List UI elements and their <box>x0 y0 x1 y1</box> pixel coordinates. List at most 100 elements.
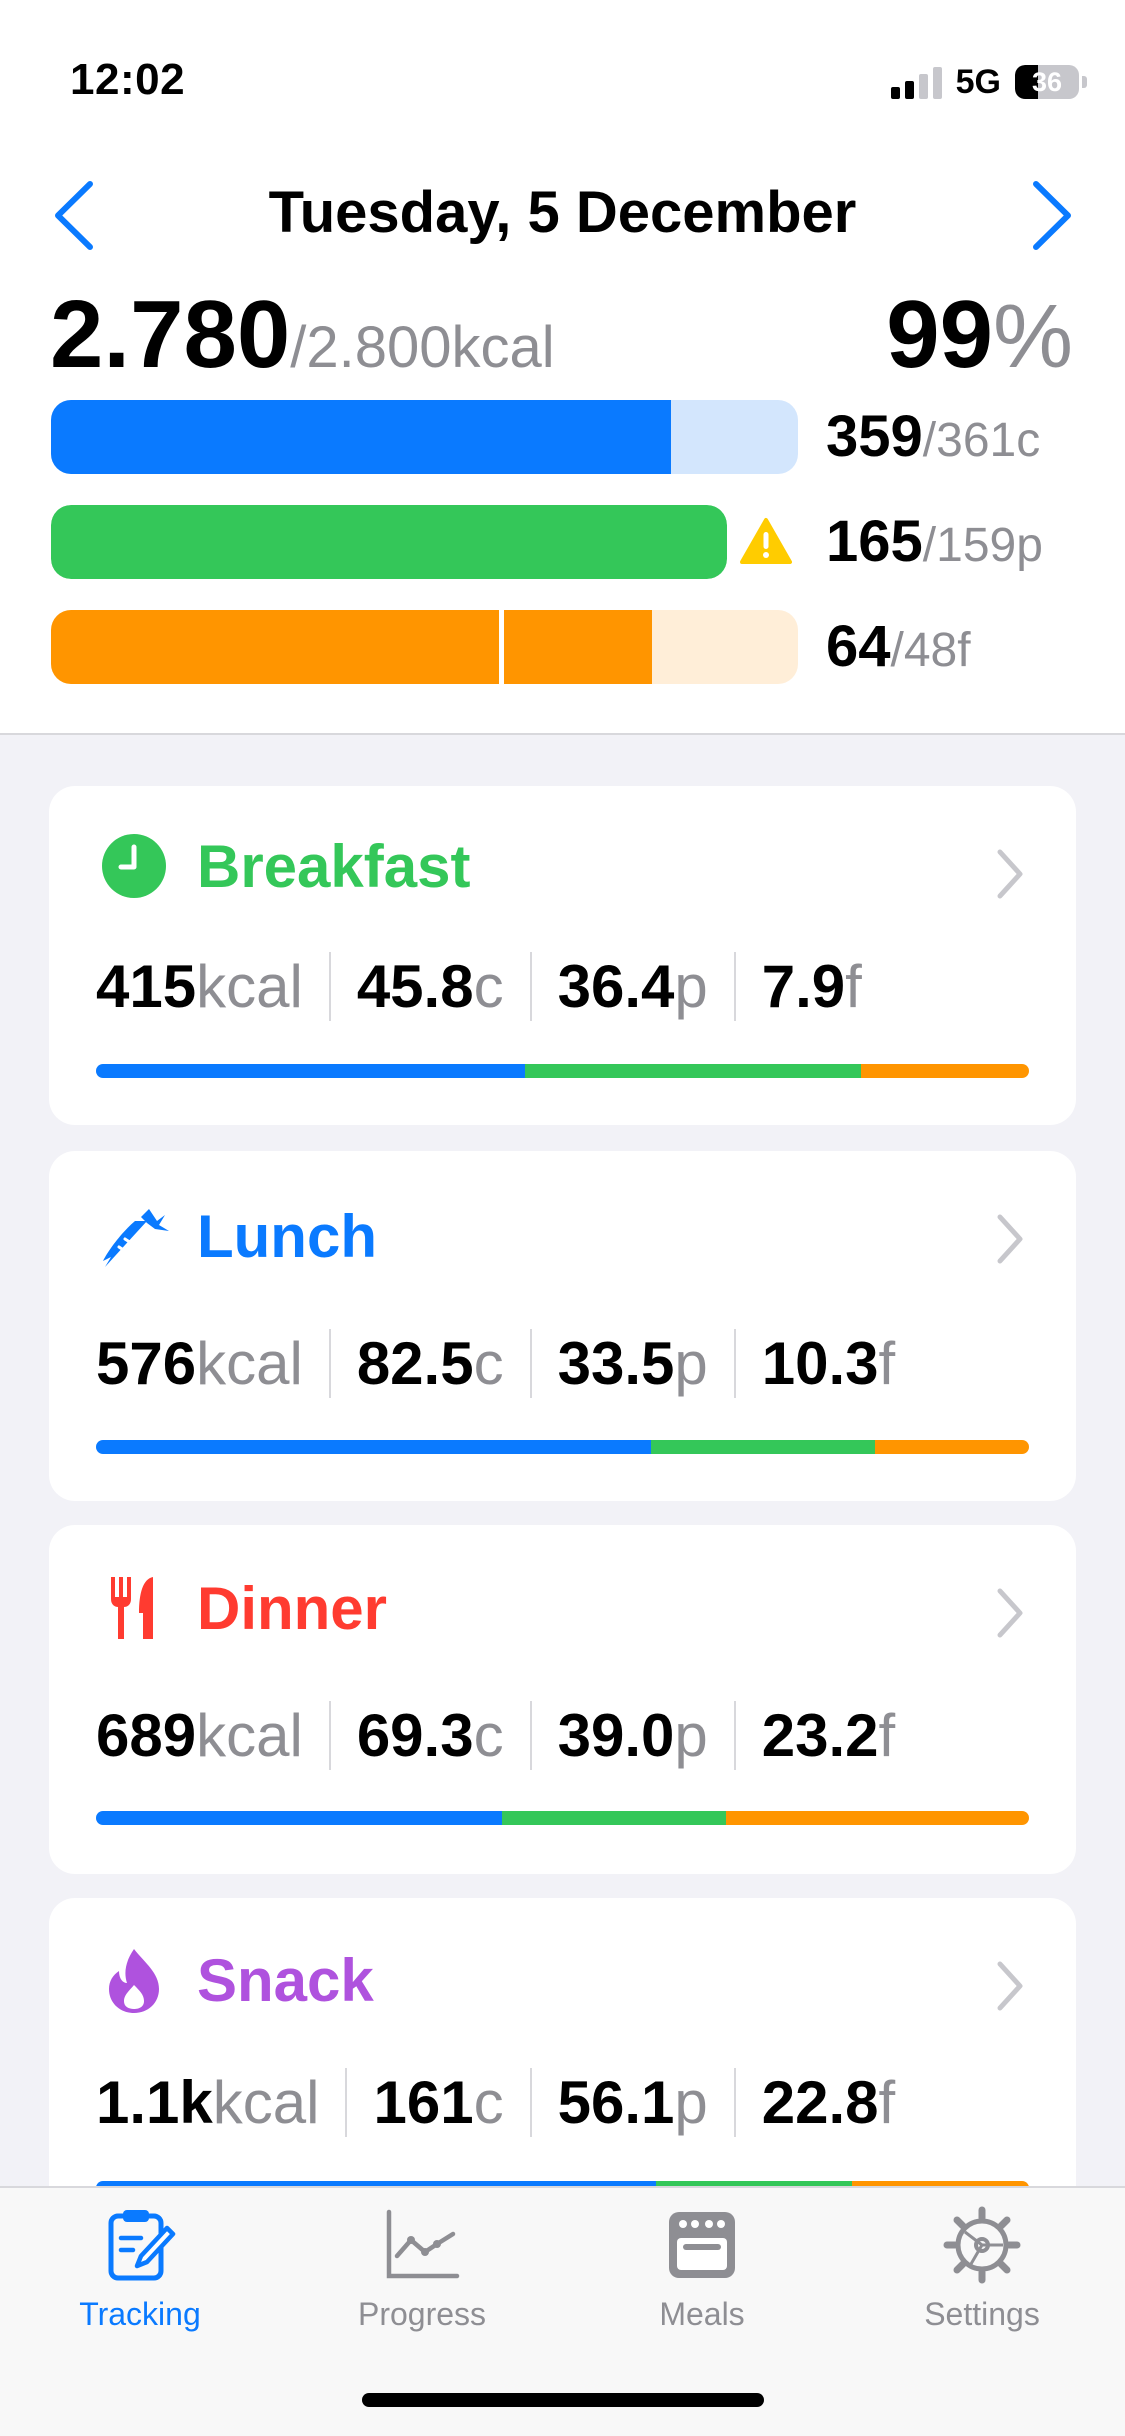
chevron-left-icon <box>55 181 93 250</box>
stat-unit: f <box>878 2068 896 2136</box>
stat-unit: kcal <box>196 952 303 1020</box>
meal-carbs: 161 c <box>345 2067 529 2137</box>
chevron-right-icon <box>1033 181 1071 250</box>
meal-fat: 10.3 f <box>733 1328 921 1398</box>
meal-protein: 36.4 p <box>529 951 734 1021</box>
macro-split-bar <box>96 1064 1029 1078</box>
protein-value: 165 <box>826 509 923 574</box>
battery-icon: 36 <box>1015 65 1079 99</box>
tab-label: Tracking <box>79 2296 201 2332</box>
percent-symbol: % <box>992 287 1073 387</box>
tab-settings[interactable]: Settings <box>882 2206 1082 2333</box>
meal-kcal: 415 kcal <box>96 952 329 1021</box>
tab-label: Progress <box>357 2296 487 2332</box>
stat-value: 415 <box>96 952 197 1020</box>
stat-value: 33.5 <box>557 1329 675 1397</box>
home-indicator <box>362 2393 764 2407</box>
meal-card-breakfast[interactable]: Breakfast 415 kcal 45.8 c 36.4 p 7.9 f <box>49 786 1076 1125</box>
stat-unit: kcal <box>196 1329 303 1397</box>
next-day-button[interactable] <box>1026 178 1076 253</box>
meal-card-dinner[interactable]: Dinner 689 kcal 69.3 c 39.0 p 23.2 f <box>49 1525 1076 1874</box>
meal-kcal: 689 kcal <box>96 1701 329 1770</box>
meal-fat: 23.2 f <box>733 1700 921 1770</box>
stat-value: 161 <box>373 2068 474 2136</box>
flame-icon <box>99 1945 169 2015</box>
meal-stats: 689 kcal 69.3 c 39.0 p 23.2 f <box>96 1695 921 1775</box>
stat-value: 23.2 <box>761 1701 879 1769</box>
stat-value: 69.3 <box>356 1701 474 1769</box>
carbs-segment <box>96 1064 526 1078</box>
stat-unit: f <box>845 952 862 1020</box>
status-indicators: 5G 36 <box>890 60 1087 104</box>
carbs-goal: /361c <box>922 414 1041 467</box>
meal-kcal: 1.1k kcal <box>96 2068 345 2137</box>
line-chart-icon <box>386 2209 460 2279</box>
stat-value: 45.8 <box>356 952 474 1020</box>
meal-carbs: 82.5 c <box>328 1328 530 1398</box>
chevron-right-icon <box>997 1588 1023 1638</box>
fat-total: 64/48f <box>826 610 971 699</box>
fork-knife-icon <box>99 1573 169 1643</box>
stat-value: 56.1 <box>557 2068 675 2136</box>
protein-segment <box>651 1440 876 1454</box>
meal-protein: 56.1 p <box>529 2067 734 2137</box>
clipboard-pencil-icon <box>108 2210 176 2281</box>
stat-value: 82.5 <box>356 1329 474 1397</box>
stat-unit: c <box>473 952 504 1020</box>
fat-goal-marker <box>499 610 505 684</box>
stat-unit: f <box>878 1701 896 1769</box>
stat-value: 10.3 <box>761 1329 879 1397</box>
stat-value: 36.4 <box>557 952 675 1020</box>
previous-day-button[interactable] <box>50 178 100 253</box>
fat-segment <box>875 1440 1029 1454</box>
meal-carbs: 45.8 c <box>328 951 530 1021</box>
meal-title: Lunch <box>197 1202 377 1270</box>
carbs-progress-bar <box>51 400 798 474</box>
meal-kcal: 576 kcal <box>96 1329 329 1398</box>
protein-progress-bar <box>51 505 727 579</box>
stat-value: 1.1k <box>96 2068 213 2136</box>
macro-split-bar <box>96 1811 1029 1825</box>
stat-value: 39.0 <box>557 1701 675 1769</box>
carrot-icon <box>99 1201 169 1271</box>
date-title[interactable]: Tuesday, 5 December <box>140 178 985 248</box>
chevron-right-icon <box>997 1961 1023 2011</box>
kcal-consumed: 2.780 <box>50 281 291 388</box>
tab-tracking[interactable]: Tracking <box>40 2206 240 2333</box>
stat-value: 576 <box>96 1329 197 1397</box>
carbs-segment <box>96 1811 502 1825</box>
meal-title: Snack <box>197 1946 374 2014</box>
calorie-total: 2.780/2.800kcal <box>50 285 555 413</box>
tab-progress[interactable]: Progress <box>322 2206 522 2333</box>
stat-unit: p <box>674 2068 708 2136</box>
clock-icon <box>99 831 169 901</box>
fat-segment <box>725 1811 1029 1825</box>
carbs-value: 359 <box>826 404 923 469</box>
protein-segment <box>501 1811 726 1825</box>
stat-unit: c <box>473 1329 504 1397</box>
stat-value: 22.8 <box>761 2068 879 2136</box>
stat-value: 689 <box>96 1701 197 1769</box>
kcal-goal: /2.800kcal <box>290 315 555 380</box>
meal-stats: 1.1k kcal 161 c 56.1 p 22.8 f <box>96 2062 921 2142</box>
protein-progress-fill <box>51 505 727 579</box>
tab-meals[interactable]: Meals <box>602 2206 802 2333</box>
meal-card-lunch[interactable]: Lunch 576 kcal 82.5 c 33.5 p 10.3 f <box>49 1151 1076 1501</box>
protein-segment <box>525 1064 862 1078</box>
calorie-percent: 99% <box>886 285 1073 413</box>
chevron-right-icon <box>997 849 1023 899</box>
network-label: 5G <box>955 62 1001 101</box>
stat-unit: p <box>674 1329 708 1397</box>
protein-total: 165/159p <box>826 505 1043 594</box>
carbs-progress-fill <box>51 400 671 474</box>
fat-segment <box>861 1064 1029 1078</box>
warning-icon <box>740 518 792 564</box>
meal-fat: 7.9 f <box>733 951 888 1021</box>
fat-value: 64 <box>826 614 891 679</box>
meal-carbs: 69.3 c <box>328 1700 530 1770</box>
fat-goal: /48f <box>890 624 971 677</box>
status-time: 12:02 <box>70 55 186 104</box>
stat-unit: p <box>674 952 708 1020</box>
meal-protein: 33.5 p <box>529 1328 734 1398</box>
stat-unit: f <box>878 1329 896 1397</box>
